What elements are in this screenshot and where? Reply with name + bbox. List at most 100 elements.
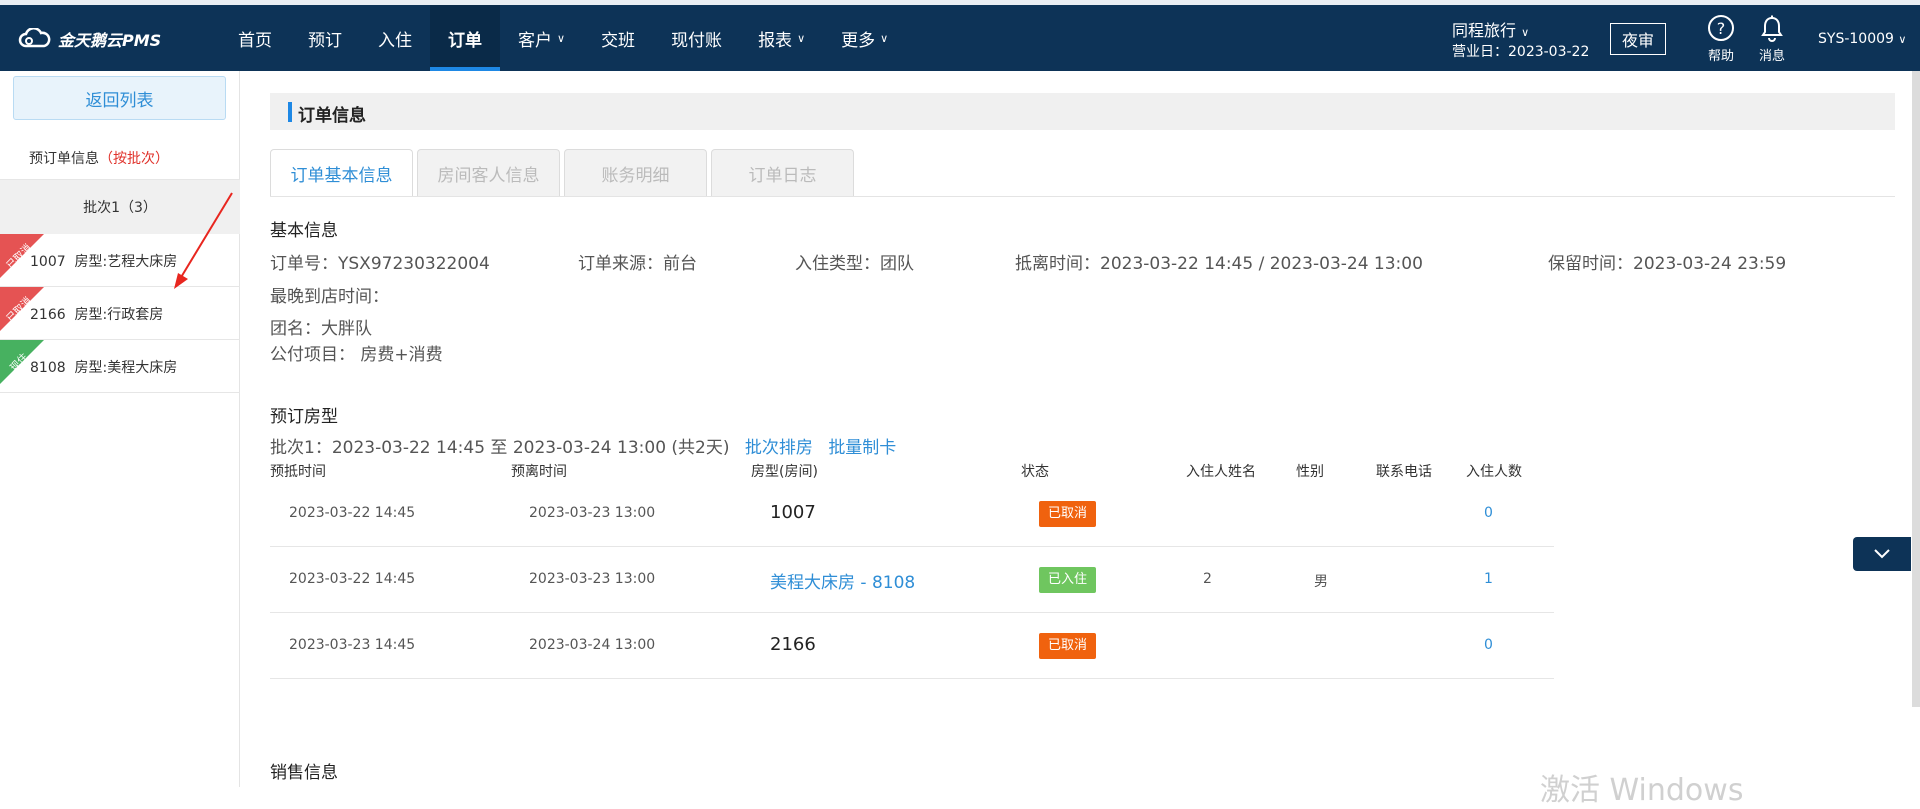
collapse-button[interactable] — [1853, 537, 1911, 571]
guest-name: 2 — [1203, 571, 1212, 587]
table-row: 2023-03-23 14:45 2023-03-24 13:00 2166 已取消 0 — [270, 613, 1554, 679]
nav-item-5[interactable]: 交班 — [583, 5, 653, 71]
tab-divider — [270, 196, 1895, 197]
night-audit-button[interactable]: 夜审 — [1610, 23, 1666, 55]
nav-item-0[interactable]: 首页 — [220, 5, 290, 71]
status-badge: 已取消 — [1039, 501, 1097, 527]
column-header: 预抵时间 — [270, 464, 326, 480]
logo-text: 金天鹅云PMS — [58, 31, 162, 50]
room-list-item-text: 2166 房型:行政套房 — [30, 307, 164, 323]
user-name: SYS-10009 — [1818, 31, 1894, 47]
tab-2[interactable]: 账务明细 — [564, 149, 707, 196]
nav-item-6[interactable]: 现付账 — [653, 5, 740, 71]
nav-item-label: 更多 — [841, 30, 876, 51]
pre-order-info-label: 预订单信息 — [29, 151, 99, 167]
nav-item-label: 交班 — [601, 30, 636, 51]
message-label: 消息 — [1758, 49, 1785, 64]
message-button[interactable]: 消息 — [1755, 15, 1789, 64]
room-cell: 1007 — [770, 502, 816, 523]
arrive-time: 2023-03-22 14:45 — [289, 505, 416, 521]
back-to-list-button[interactable]: 返回列表 — [13, 76, 226, 120]
bell-icon — [1761, 15, 1783, 42]
column-header: 预离时间 — [511, 464, 567, 480]
nav-item-label: 订单 — [448, 30, 482, 51]
top-nav-bar: 金天鹅云PMS 首页 预订 入住 订单 客户 ∨ 交班 现付账 报表 ∨ 更多 ∨ 同程旅行 ∨ 营业… — [0, 5, 1920, 71]
order-number: 订单号：YSX97230322004 — [270, 254, 490, 274]
windows-watermark: 激活 Windows — [1540, 773, 1744, 808]
sales-info-title: 销售信息 — [270, 763, 338, 783]
column-header: 入住人数 — [1466, 464, 1522, 480]
table-row: 2023-03-22 14:45 2023-03-23 13:00 1007 已取消 0 — [270, 481, 1554, 547]
hotel-selector[interactable]: 同程旅行 ∨ — [1452, 17, 1529, 41]
chevron-down-icon — [1874, 549, 1890, 559]
checkin-type: 入住类型：团队 — [795, 254, 914, 274]
nav-item-label: 客户 — [518, 30, 552, 51]
column-header: 状态 — [1021, 464, 1049, 480]
guest-count[interactable]: 0 — [1484, 637, 1493, 653]
batch-mode-label: （按批次） — [99, 151, 169, 167]
hotel-name: 同程旅行 — [1452, 21, 1517, 40]
room-cell: 2166 — [770, 634, 816, 655]
room-list-item[interactable]: 已取消 2166 房型:行政套房 — [0, 287, 240, 340]
order-source: 订单来源：前台 — [578, 254, 697, 274]
guest-count[interactable]: 1 — [1484, 571, 1493, 587]
chevron-down-icon: ∨ — [557, 31, 566, 45]
section-title: 订单信息 — [298, 106, 366, 126]
leave-time: 2023-03-24 13:00 — [529, 637, 656, 653]
batch-period: 批次1：2023-03-22 14:45 至 2023-03-24 13:00 … — [270, 438, 730, 458]
section-header: 订单信息 — [270, 93, 1895, 130]
tab-1[interactable]: 房间客人信息 — [417, 149, 560, 196]
batch-line: 批次1：2023-03-22 14:45 至 2023-03-24 13:00 … — [270, 433, 896, 458]
nav-item-2[interactable]: 入住 — [360, 5, 430, 71]
help-button[interactable]: ? 帮助 — [1706, 15, 1736, 64]
status-badge: 已取消 — [1039, 633, 1097, 659]
column-header: 入住人姓名 — [1186, 464, 1256, 480]
guest-count[interactable]: 0 — [1484, 505, 1493, 521]
basic-info-title: 基本信息 — [270, 221, 338, 241]
arrive-time: 2023-03-23 14:45 — [289, 637, 416, 653]
main-nav: 首页 预订 入住 订单 客户 ∨ 交班 现付账 报表 ∨ 更多 ∨ — [220, 5, 906, 71]
nav-item-label: 入住 — [378, 30, 412, 51]
cloud-logo-icon — [18, 28, 51, 48]
business-day: 营业日：2023-03-22 — [1452, 44, 1590, 60]
help-label: 帮助 — [1707, 49, 1734, 64]
tab-0[interactable]: 订单基本信息 — [270, 149, 413, 196]
room-list-item[interactable]: 现住 8108 房型:美程大床房 — [0, 340, 240, 393]
nav-item-3[interactable]: 订单 — [430, 5, 500, 71]
chevron-down-icon: ∨ — [1898, 33, 1907, 46]
room-cell[interactable]: 美程大床房 - 8108 — [770, 568, 915, 593]
nav-item-label: 现付账 — [671, 30, 723, 51]
tab-bar: 订单基本信息 房间客人信息 账务明细 订单日志 — [270, 149, 858, 197]
sidebar: 返回列表 预订单信息（按批次） 批次1（3） 已取消 1007 房型:艺程大床房已… — [0, 71, 240, 787]
chevron-down-icon: ∨ — [880, 31, 889, 45]
arrive-leave-time: 抵离时间：2023-03-22 14:45 / 2023-03-24 13:00 — [1015, 254, 1423, 274]
column-header: 联系电话 — [1376, 464, 1432, 480]
nav-item-7[interactable]: 报表 ∨ — [740, 5, 823, 71]
nav-item-label: 预订 — [308, 30, 342, 51]
nav-item-8[interactable]: 更多 ∨ — [823, 5, 906, 71]
hold-time: 保留时间：2023-03-24 23:59 — [1548, 254, 1787, 274]
logo[interactable]: 金天鹅云PMS — [18, 27, 161, 51]
gender: 男 — [1314, 574, 1328, 590]
status-badge: 已入住 — [1039, 567, 1097, 593]
nav-item-label: 报表 — [758, 30, 793, 51]
tab-3[interactable]: 订单日志 — [711, 149, 854, 196]
nav-item-1[interactable]: 预订 — [290, 5, 360, 71]
pre-order-info: 预订单信息（按批次） — [29, 148, 169, 168]
leave-time: 2023-03-23 13:00 — [529, 505, 656, 521]
arrive-time: 2023-03-22 14:45 — [289, 571, 416, 587]
column-header: 性别 — [1296, 464, 1324, 480]
scrollbar[interactable] — [1912, 71, 1920, 707]
annotation-arrow — [174, 192, 233, 289]
user-menu[interactable]: SYS-10009 ∨ — [1818, 31, 1906, 47]
batch-assign-link[interactable]: 批次排房 — [745, 438, 813, 458]
public-pay-items: 公付项目： 房费+消费 — [270, 345, 443, 365]
nav-item-label: 首页 — [238, 30, 272, 51]
chevron-down-icon: ∨ — [797, 31, 806, 45]
question-icon: ? — [1708, 15, 1734, 41]
batch-card-link[interactable]: 批量制卡 — [828, 438, 896, 458]
nav-item-4[interactable]: 客户 ∨ — [500, 5, 583, 71]
latest-arrival: 最晚到店时间： — [270, 287, 389, 307]
table-row: 2023-03-22 14:45 2023-03-23 13:00 美程大床房 - … — [270, 547, 1554, 613]
chevron-down-icon: ∨ — [1521, 26, 1530, 39]
